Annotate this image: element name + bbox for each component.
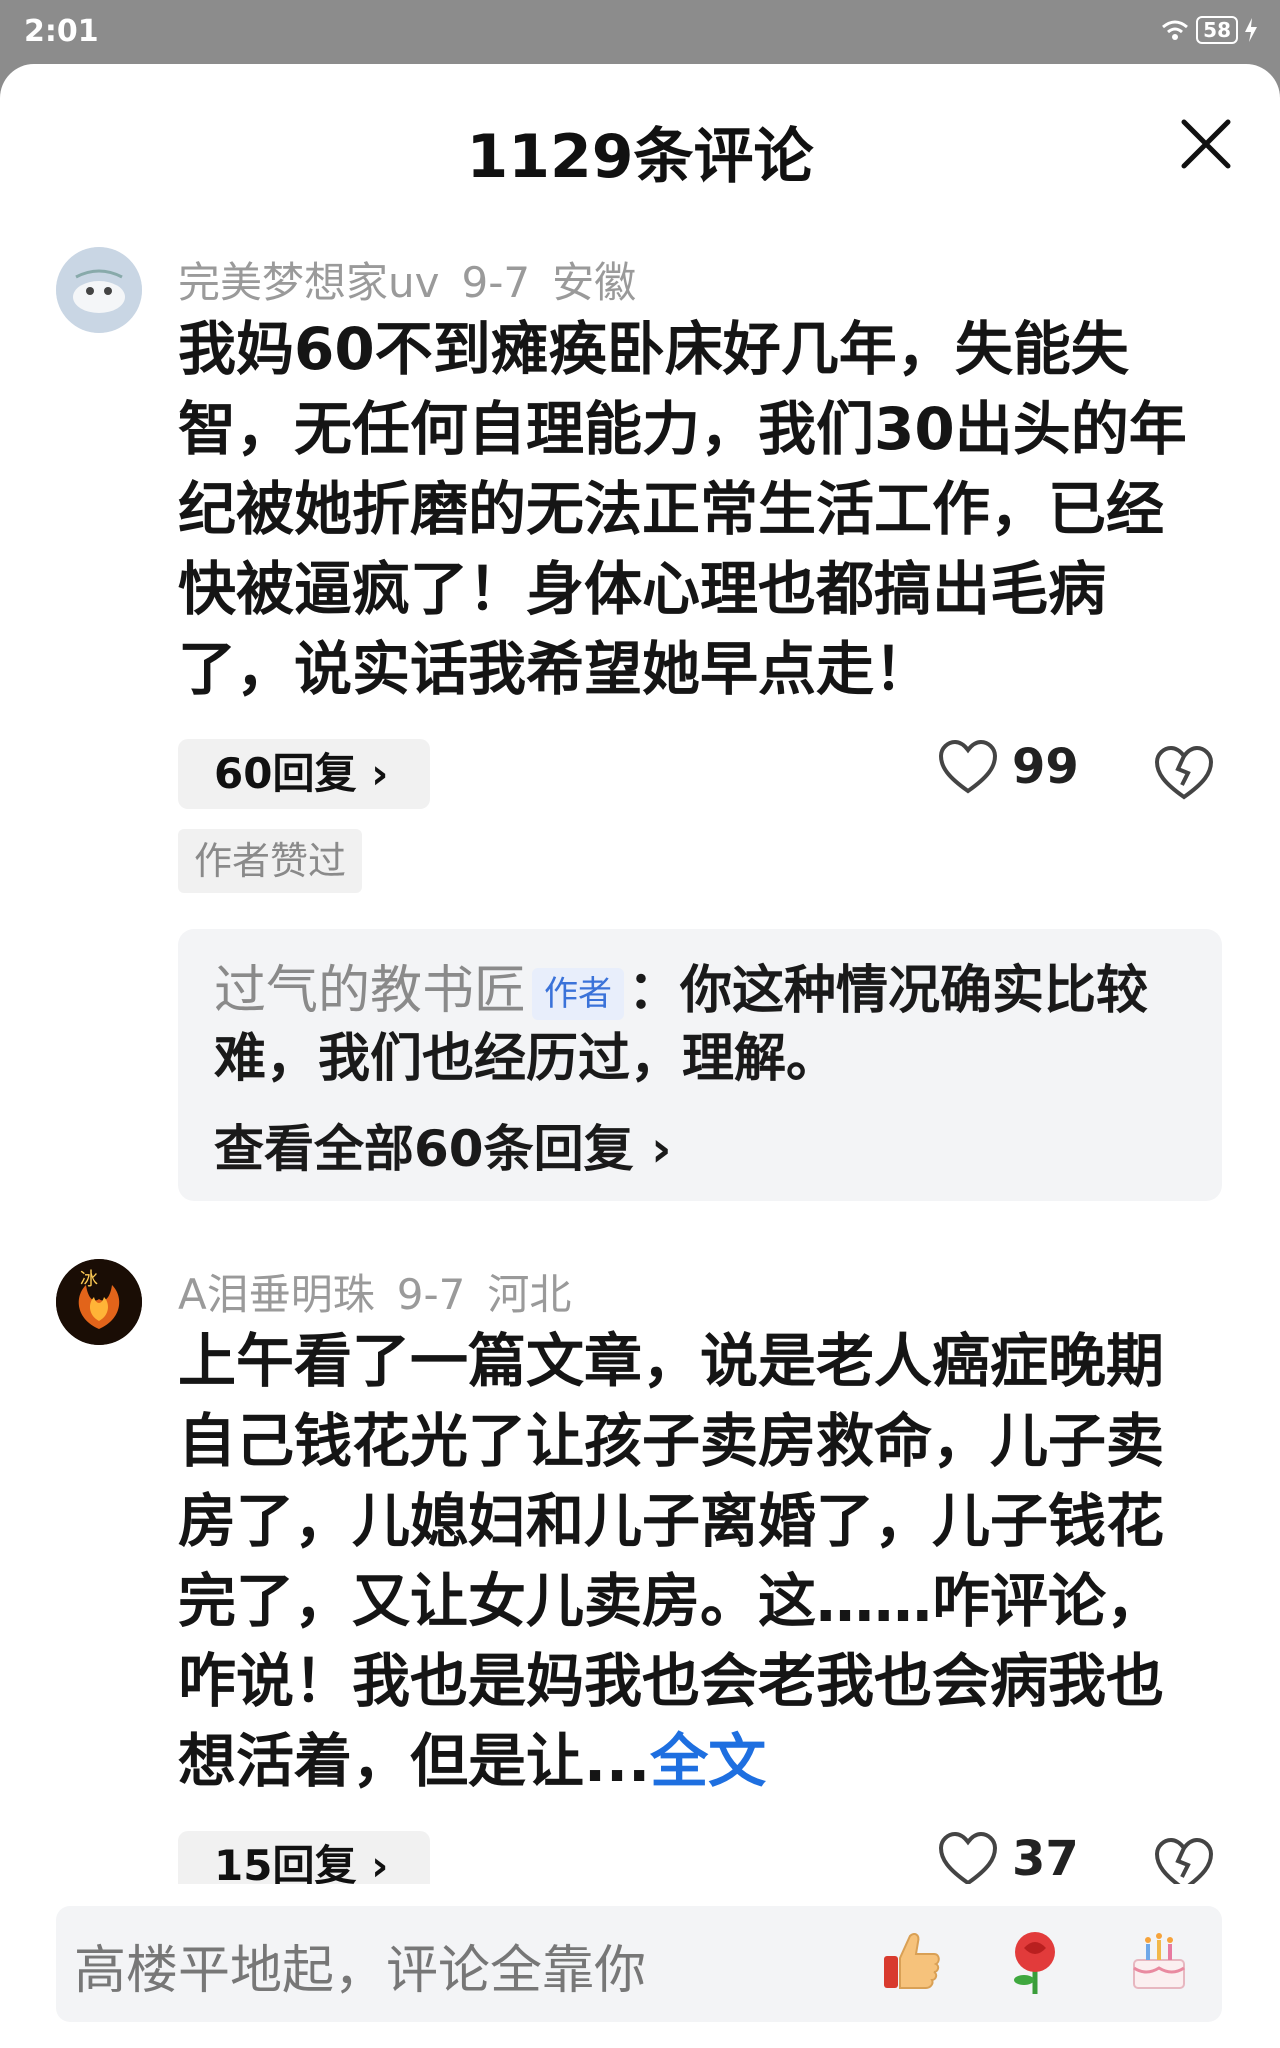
heart-icon	[938, 1831, 998, 1884]
wifi-icon	[1162, 20, 1189, 40]
username[interactable]: 完美梦想家uv	[178, 258, 439, 307]
status-bar: 2:01 58	[0, 0, 1280, 64]
author-badge: 作者	[532, 968, 625, 1020]
chevron-right-icon: ›	[633, 1120, 672, 1178]
svg-text:冰: 冰	[80, 1269, 98, 1290]
author-liked-badge: 作者赞过	[178, 829, 363, 893]
heart-icon	[938, 739, 998, 794]
comment-meta: 完美梦想家uv 9-7 安徽	[178, 249, 658, 310]
comment-content[interactable]: 上午看了一篇文章，说是老人癌症晚期自己钱花光了让孩子卖房救命，儿子卖房了，儿媳妇…	[178, 1321, 1198, 1801]
full-text-link[interactable]: 全文	[650, 1727, 766, 1795]
top-reply-box[interactable]: 过气的教书匠 作者 ：你这种情况确实比较难，我们也经历过，理解。 查看全部60条回复…	[178, 929, 1222, 1201]
battery-indicator: 58	[1196, 16, 1238, 44]
comment-input-placeholder: 高楼平地起，评论全靠你	[74, 1941, 647, 2001]
broken-heart-icon[interactable]	[1154, 1837, 1214, 1884]
comment-location: 安徽	[552, 258, 637, 307]
like-count: 99	[1012, 739, 1079, 795]
cake-icon[interactable]	[1124, 1926, 1194, 1996]
status-icons: 58	[1160, 16, 1258, 44]
charging-icon	[1245, 18, 1257, 42]
comments-list[interactable]: 完美梦想家uv 9-7 安徽 我妈60不到瘫痪卧床好几年，失能失智，无任何自理能力，…	[0, 239, 1280, 1884]
sheet-title: 1129条评论	[466, 122, 814, 192]
rose-icon[interactable]	[1000, 1926, 1070, 1996]
chevron-right-icon: ›	[356, 1841, 389, 1884]
comment-content[interactable]: 我妈60不到瘫痪卧床好几年，失能失智，无任何自理能力，我们30出头的年纪被她折磨…	[178, 309, 1198, 709]
chevron-right-icon: ›	[356, 749, 389, 798]
reply-count-button[interactable]: 15回复 ›	[178, 1831, 430, 1884]
comment-location: 河北	[487, 1270, 572, 1319]
like-count: 37	[1012, 1831, 1079, 1884]
thumbs-up-icon[interactable]	[876, 1926, 946, 1996]
top-reply: 过气的教书匠 作者 ：你这种情况确实比较难，我们也经历过，理解。	[214, 957, 1186, 1093]
comment-date: 9-7	[396, 1270, 466, 1319]
avatar[interactable]: 冰	[56, 1259, 142, 1345]
view-all-replies-link[interactable]: 查看全部60条回复 ›	[214, 1109, 1186, 1181]
status-time: 2:01	[24, 14, 99, 49]
reply-count-button[interactable]: 60回复 ›	[178, 739, 430, 809]
avatar[interactable]	[56, 247, 142, 333]
like-button[interactable]: 37	[938, 1831, 1079, 1884]
comment-meta: A泪垂明珠 9-7 河北	[178, 1261, 593, 1322]
like-button[interactable]: 99	[938, 739, 1079, 795]
comment-date: 9-7	[461, 258, 531, 307]
close-icon[interactable]	[1174, 112, 1238, 176]
reply-username[interactable]: 过气的教书匠	[214, 961, 526, 1021]
broken-heart-icon[interactable]	[1154, 745, 1214, 801]
comment-input[interactable]: 高楼平地起，评论全靠你	[56, 1906, 1222, 2022]
comments-sheet: 1129条评论 完美梦想家uv 9-7 安徽 我妈60不到瘫痪卧床好几年，失能失智，…	[0, 64, 1280, 2048]
username[interactable]: A泪垂明珠	[178, 1270, 375, 1319]
